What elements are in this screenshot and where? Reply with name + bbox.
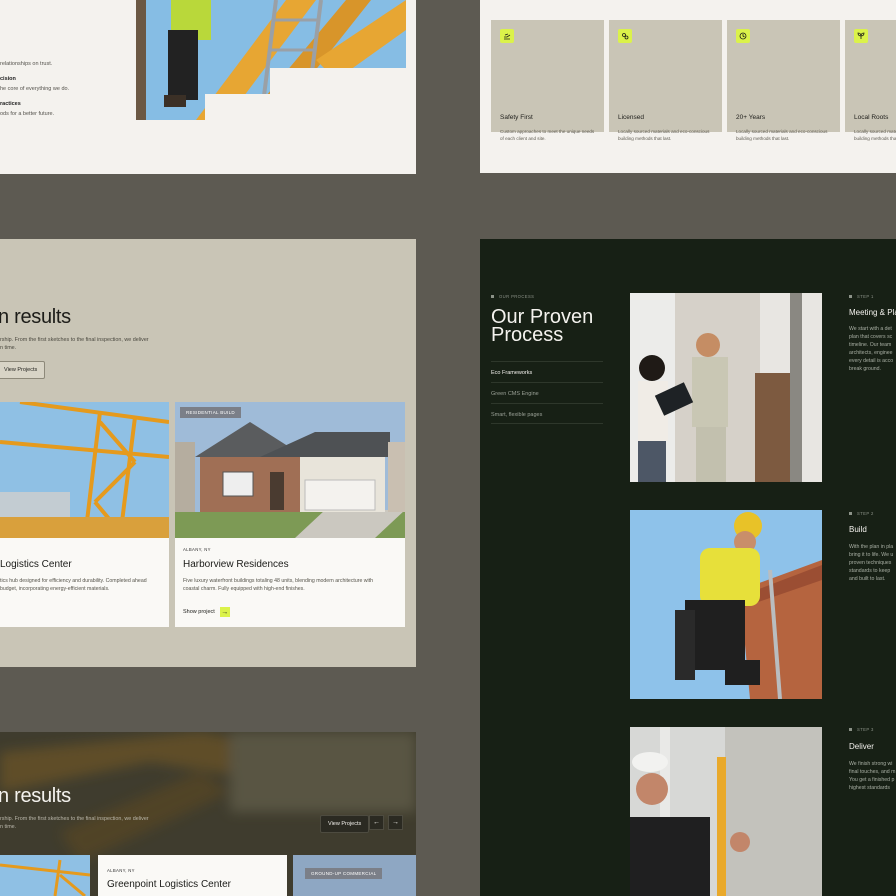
step-title: Build bbox=[849, 525, 867, 534]
step-label: STEP 2 bbox=[849, 511, 874, 516]
roofer-photo bbox=[630, 510, 822, 699]
level-worker-photo bbox=[630, 727, 822, 896]
house-photo bbox=[175, 402, 405, 538]
arrow-right-icon[interactable]: → bbox=[388, 815, 403, 830]
project-tag: RESIDENTIAL BUILD bbox=[180, 407, 241, 418]
step-title: Deliver bbox=[849, 742, 874, 751]
about-line: relationships on trust. bbox=[0, 61, 53, 67]
projects-subtext: rship. From the first sketches to the fi… bbox=[0, 337, 149, 343]
clock-icon bbox=[736, 29, 750, 43]
arrow-left-icon[interactable]: ← bbox=[369, 815, 384, 830]
projects-panel: n results rship. From the first sketches… bbox=[0, 239, 416, 667]
project-card-harborview[interactable]: RESIDENTIAL BUILD ALBANY, NY Harborview … bbox=[175, 402, 405, 627]
projects-subtext: n time. bbox=[0, 824, 17, 830]
card-location: ALBANY, NY bbox=[107, 868, 135, 873]
feature-desc: Locally sourced materials and eco-consci… bbox=[736, 129, 828, 141]
projects-dark-panel: n results rship. From the first sketches… bbox=[0, 732, 416, 896]
step-desc: We finish strong wi final touches, and mY… bbox=[849, 761, 896, 791]
project-card-crane[interactable] bbox=[0, 855, 91, 896]
feature-desc: Locally sourced materials and eco-consci… bbox=[854, 129, 896, 141]
project-card-greenpoint[interactable]: ALBANY, NY Greenpoint Logistics Center bbox=[98, 855, 287, 896]
projects-subtext: n time. bbox=[0, 345, 17, 351]
card-title: Logistics Center bbox=[0, 559, 72, 570]
hand-icon bbox=[500, 29, 514, 43]
feature-card-licensed: Licensed Locally sourced materials and e… bbox=[609, 20, 722, 141]
about-heading-practices: ractices bbox=[0, 101, 21, 107]
project-card-logistics[interactable]: Logistics Center tics hub designed for e… bbox=[0, 402, 169, 627]
card-title: Harborview Residences bbox=[183, 559, 289, 570]
crane-thumbnail bbox=[0, 855, 91, 896]
step-title: Meeting & Pla bbox=[849, 308, 896, 317]
projects-subtext: rship. From the first sketches to the fi… bbox=[0, 816, 149, 822]
step-label: STEP 1 bbox=[849, 294, 874, 299]
sprout-icon bbox=[854, 29, 868, 43]
process-panel: OUR PROCESS Our Proven Process Eco Frame… bbox=[480, 239, 896, 896]
step-desc: With the plan in pla bring it to life. We… bbox=[849, 544, 894, 582]
feature-desc: Custom approaches to meet the unique nee… bbox=[500, 129, 595, 141]
about-heading-precision: cision bbox=[0, 76, 16, 82]
about-line: he core of everything we do. bbox=[0, 86, 70, 92]
feature-title: Safety First bbox=[500, 114, 533, 121]
process-eyebrow: OUR PROCESS bbox=[491, 294, 534, 299]
project-tag: GROUND-UP COMMERCIAL bbox=[305, 868, 383, 879]
meeting-photo bbox=[630, 293, 822, 482]
view-projects-button[interactable]: View Projects bbox=[0, 361, 46, 379]
feature-card-years: 20+ Years Locally sourced materials and … bbox=[727, 20, 840, 141]
arrow-right-icon: → bbox=[219, 607, 230, 617]
step-desc: We start with a det plan that covers sc ti… bbox=[849, 326, 894, 372]
people-icon bbox=[618, 29, 632, 43]
process-nav-cms[interactable]: Green CMS Engine bbox=[491, 382, 603, 403]
feature-desc: Locally sourced materials and eco-consci… bbox=[618, 129, 710, 141]
card-desc: Five luxury waterfront buildings totalin… bbox=[183, 578, 374, 584]
feature-title: Licensed bbox=[618, 114, 645, 121]
card-desc: tics hub designed for efficiency and dur… bbox=[0, 578, 147, 584]
view-projects-button[interactable]: View Projects bbox=[320, 815, 370, 833]
feature-card-local: Local Roots Locally sourced materials an… bbox=[845, 20, 896, 141]
project-card-commercial[interactable]: GROUND-UP COMMERCIAL bbox=[293, 855, 416, 896]
process-nav-pages[interactable]: Smart, flexible pages bbox=[491, 403, 603, 424]
projects-heading: n results bbox=[0, 785, 71, 807]
show-project-link[interactable]: Show project → bbox=[183, 607, 230, 617]
process-nav-eco[interactable]: Eco Frameworks bbox=[491, 361, 603, 382]
show-project-label: Show project bbox=[183, 609, 215, 615]
step-label: STEP 3 bbox=[849, 727, 874, 732]
card-desc: coastal charm. Fully equipped with high-… bbox=[183, 586, 305, 592]
features-panel: Safety First Custom approaches to meet t… bbox=[480, 0, 896, 173]
about-line: ods for a better future. bbox=[0, 111, 55, 117]
projects-heading: n results bbox=[0, 306, 71, 328]
card-location: ALBANY, NY bbox=[183, 547, 211, 552]
card-title: Greenpoint Logistics Center bbox=[107, 879, 231, 890]
about-panel: relationships on trust. cision he core o… bbox=[0, 0, 416, 174]
card-desc: budget, incorporating energy-efficient m… bbox=[0, 586, 110, 592]
process-title: Our Proven Process bbox=[491, 306, 594, 346]
crane-photo bbox=[0, 402, 169, 538]
feature-title: Local Roots bbox=[854, 114, 889, 121]
feature-card-safety: Safety First Custom approaches to meet t… bbox=[491, 20, 604, 141]
feature-title: 20+ Years bbox=[736, 114, 766, 121]
